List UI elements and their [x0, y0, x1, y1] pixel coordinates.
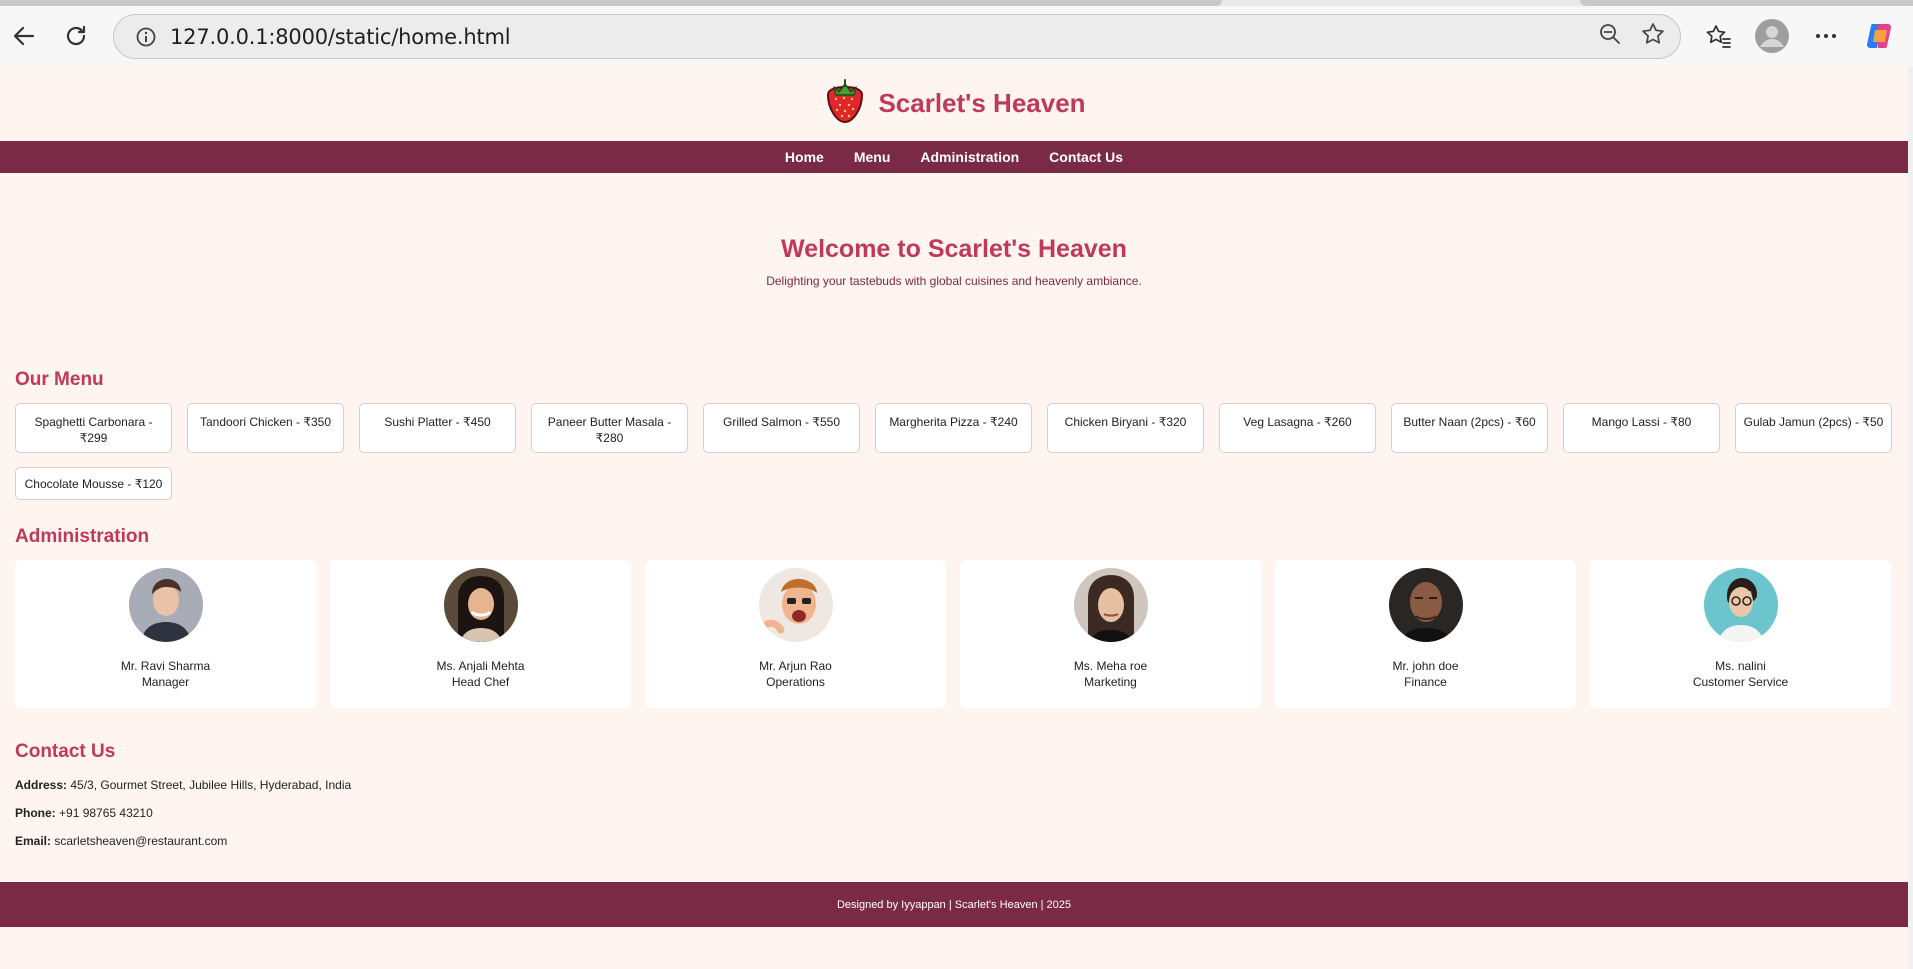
contact-title: Contact Us [15, 741, 116, 762]
nav-administration[interactable]: Administration [920, 149, 1019, 165]
staff-name: Mr. Arjun Rao [759, 659, 832, 673]
staff-card: Ms. Anjali Mehta Head Chef [330, 560, 631, 708]
menu-item: Gulab Jamun (2pcs) - ₹50 [1735, 403, 1892, 453]
menu-section: Our Menu Spaghetti Carbonara - ₹299 Tand… [0, 369, 1908, 500]
brand: Scarlet's Heaven [822, 77, 1086, 130]
staff-card: Mr. john doe Finance [1275, 560, 1576, 708]
phone-label: Phone: [15, 806, 56, 820]
contact-email: Email: scarletsheaven@restaurant.com [15, 833, 1908, 849]
footer-text: Designed by Iyyappan | Scarlet's Heaven … [836, 898, 1072, 911]
staff-name: Mr. Ravi Sharma [120, 659, 211, 673]
admin-title: Administration [15, 526, 150, 547]
admin-section: Administration Mr. Ravi Sharma Manager M… [0, 526, 1908, 708]
staff-role: Head Chef [451, 675, 510, 689]
nav-menu[interactable]: Menu [854, 149, 891, 165]
email-label: Email: [15, 834, 52, 848]
avatar [443, 568, 518, 642]
avatar [1388, 568, 1463, 642]
brand-name[interactable]: Scarlet's Heaven [878, 88, 1085, 119]
menu-item: Paneer Butter Masala - ₹280 [531, 403, 688, 453]
staff-card: Ms. Meha roe Marketing [960, 560, 1261, 708]
nav-contact-us[interactable]: Contact Us [1049, 149, 1123, 165]
menu-grid: Spaghetti Carbonara - ₹299 Tandoori Chic… [15, 403, 1893, 500]
site-header: Scarlet's Heaven [0, 66, 1908, 141]
contact-phone: Phone: +91 98765 43210 [15, 805, 1908, 821]
menu-item: Tandoori Chicken - ₹350 [187, 403, 344, 453]
favorite-star-icon[interactable] [1640, 21, 1666, 52]
menu-item: Margherita Pizza - ₹240 [875, 403, 1032, 453]
address-value: 45/3, Gourmet Street, Jubilee Hills, Hyd… [70, 778, 352, 792]
staff-name: Ms. nalini [1715, 659, 1766, 673]
menu-item: Mango Lassi - ₹80 [1563, 403, 1720, 453]
staff-role: Operations [766, 675, 825, 689]
avatar [1703, 568, 1778, 642]
nav-home[interactable]: Home [785, 149, 824, 165]
back-icon[interactable] [2, 14, 46, 58]
staff-card: Mr. Ravi Sharma Manager [15, 560, 316, 708]
menu-item: Butter Naan (2pcs) - ₹60 [1391, 403, 1548, 453]
email-value: scarletsheaven@restaurant.com [54, 834, 228, 848]
admin-grid: Mr. Ravi Sharma Manager Ms. Anjali Mehta… [0, 560, 1908, 708]
browser-toolbar: 127.0.0.1:8000/static/home.html [0, 6, 1913, 66]
staff-name: Ms. Anjali Mehta [436, 659, 525, 673]
avatar [758, 568, 833, 642]
staff-card: Ms. nalini Customer Service [1590, 560, 1891, 708]
staff-role: Manager [141, 675, 190, 689]
zoom-out-icon[interactable] [1598, 22, 1622, 51]
address-bar[interactable]: 127.0.0.1:8000/static/home.html [113, 14, 1681, 59]
phone-value: +91 98765 43210 [59, 806, 153, 820]
staff-role: Marketing [1084, 675, 1137, 689]
avatar [1073, 568, 1148, 642]
staff-card: Mr. Arjun Rao Operations [645, 560, 946, 708]
contact-section: Contact Us Address: 45/3, Gourmet Street… [0, 741, 1908, 849]
address-label: Address: [15, 778, 68, 792]
staff-role: Finance [1404, 675, 1447, 689]
favorites-icon[interactable] [1696, 14, 1740, 58]
menu-item: Sushi Platter - ₹450 [359, 403, 516, 453]
menu-title: Our Menu [15, 369, 104, 390]
site-footer: Designed by Iyyappan | Scarlet's Heaven … [0, 882, 1908, 927]
staff-name: Mr. john doe [1392, 659, 1459, 673]
menu-item: Chocolate Mousse - ₹120 [15, 467, 172, 500]
staff-role: Customer Service [1692, 675, 1789, 689]
strawberry-icon [822, 77, 868, 130]
hero-title: Welcome to Scarlet's Heaven [781, 235, 1127, 263]
main-nav: Home Menu Administration Contact Us [0, 141, 1908, 173]
page-scrollbar[interactable] [1908, 66, 1913, 969]
avatar [128, 568, 203, 642]
profile-avatar-icon[interactable] [1750, 14, 1794, 58]
site-info-icon[interactable] [126, 26, 166, 48]
menu-item: Veg Lasagna - ₹260 [1219, 403, 1376, 453]
menu-item: Chicken Biryani - ₹320 [1047, 403, 1204, 453]
menu-item: Grilled Salmon - ₹550 [703, 403, 860, 453]
contact-address: Address: 45/3, Gourmet Street, Jubilee H… [15, 777, 1908, 793]
more-options-icon[interactable] [1804, 14, 1848, 58]
hero-subtitle: Delighting your tastebuds with global cu… [766, 274, 1142, 288]
menu-item: Spaghetti Carbonara - ₹299 [15, 403, 172, 453]
page-viewport: Scarlet's Heaven Home Menu Administratio… [0, 66, 1908, 969]
staff-name: Ms. Meha roe [1073, 659, 1148, 673]
reload-icon[interactable] [54, 14, 98, 58]
hero: Welcome to Scarlet's Heaven Delighting y… [0, 173, 1908, 369]
copilot-icon[interactable] [1858, 14, 1902, 58]
url-text[interactable]: 127.0.0.1:8000/static/home.html [170, 25, 511, 49]
